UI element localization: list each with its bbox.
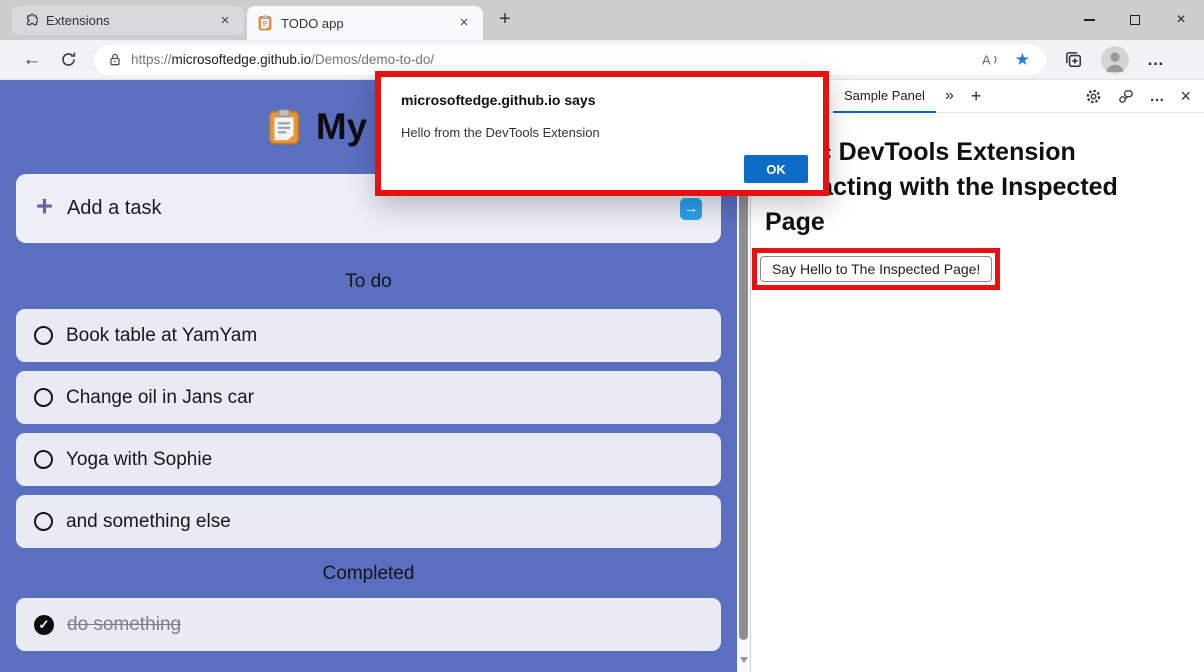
tab-close-icon[interactable]: × xyxy=(455,14,473,32)
todo-section-heading: To do xyxy=(0,271,737,293)
maximize-button[interactable] xyxy=(1112,0,1158,40)
devtools-close-icon[interactable]: × xyxy=(1180,86,1191,107)
scrollbar-down-arrow-icon[interactable] xyxy=(740,657,748,667)
minimize-icon xyxy=(1084,19,1095,21)
minimize-button[interactable] xyxy=(1066,0,1112,40)
tab-label: Extensions xyxy=(46,13,208,28)
red-annotation-box: Say Hello to The Inspected Page! xyxy=(752,248,1000,290)
plus-icon: + xyxy=(36,191,53,224)
submit-task-button[interactable]: → xyxy=(680,198,702,220)
task-checkbox[interactable] xyxy=(34,388,53,407)
task-label: and something else xyxy=(66,511,231,533)
todo-item[interactable]: Yoga with Sophie xyxy=(16,433,721,486)
browser-menu-icon[interactable]: … xyxy=(1147,50,1165,70)
tab-strip: Extensions × TODO app × + × xyxy=(0,0,1204,40)
browser-window: Extensions × TODO app × + × ← https://mi… xyxy=(0,0,1204,672)
refresh-button[interactable] xyxy=(50,51,86,68)
window-controls: × xyxy=(1066,0,1204,40)
tab-extensions[interactable]: Extensions × xyxy=(12,6,244,35)
alert-dialog: microsoftedge.github.io says Hello from … xyxy=(381,77,823,190)
task-checkbox[interactable] xyxy=(34,512,53,531)
add-task-placeholder: Add a task xyxy=(67,197,162,220)
todo-item[interactable]: Book table at YamYam xyxy=(16,309,721,362)
task-label: Change oil in Jans car xyxy=(66,387,254,409)
dialog-ok-button[interactable]: OK xyxy=(744,155,808,183)
dialog-message: Hello from the DevTools Extension xyxy=(401,125,803,140)
task-label: Book table at YamYam xyxy=(66,325,257,347)
extensions-puzzle-icon xyxy=(22,13,38,29)
dialog-title: microsoftedge.github.io says xyxy=(401,92,803,108)
say-hello-button[interactable]: Say Hello to The Inspected Page! xyxy=(760,256,992,282)
address-bar[interactable]: https://microsoftedge.github.io/Demos/de… xyxy=(94,45,1046,75)
devtools-more-menu-icon[interactable]: … xyxy=(1149,88,1165,105)
tab-close-icon[interactable]: × xyxy=(216,12,234,30)
task-label: Yoga with Sophie xyxy=(66,449,212,471)
settings-gear-icon[interactable] xyxy=(1085,88,1102,105)
task-checkbox-checked[interactable]: ✓ xyxy=(34,615,54,635)
red-annotation-dialog-box: microsoftedge.github.io says Hello from … xyxy=(375,71,829,196)
favorites-star-icon[interactable]: ★ xyxy=(1009,50,1036,70)
completed-section-heading: Completed xyxy=(0,563,737,585)
task-checkbox[interactable] xyxy=(34,450,53,469)
more-tabs-chevron-icon[interactable]: » xyxy=(945,87,954,105)
task-checkbox[interactable] xyxy=(34,326,53,345)
devtools-add-tab-button[interactable]: + xyxy=(971,86,982,107)
tab-label: TODO app xyxy=(281,16,447,31)
todo-item[interactable]: and something else xyxy=(16,495,721,548)
clipboard-icon xyxy=(265,108,303,146)
maximize-icon xyxy=(1130,15,1140,25)
devtools-tab-sample-panel[interactable]: Sample Panel xyxy=(833,80,936,113)
url-path: /Demos/demo-to-do/ xyxy=(311,52,434,67)
clipboard-favicon xyxy=(257,15,273,31)
feedback-icon[interactable] xyxy=(1117,88,1134,105)
todo-item[interactable]: Change oil in Jans car xyxy=(16,371,721,424)
url-host: microsoftedge.github.io xyxy=(172,52,312,67)
back-button[interactable]: ← xyxy=(14,49,50,71)
collections-icon[interactable] xyxy=(1064,50,1083,69)
close-window-button[interactable]: × xyxy=(1158,0,1204,40)
read-aloud-icon[interactable]: A xyxy=(981,52,1000,67)
task-label: do something xyxy=(67,614,181,636)
url-text: https://microsoftedge.github.io/Demos/de… xyxy=(131,52,972,67)
new-tab-button[interactable]: + xyxy=(493,8,517,31)
profile-avatar[interactable] xyxy=(1101,46,1129,74)
devtools-toolbar-right: … × xyxy=(1085,86,1204,107)
lock-icon[interactable] xyxy=(108,52,122,67)
svg-text:A: A xyxy=(982,53,991,68)
tab-todo-app[interactable]: TODO app × xyxy=(247,6,483,40)
completed-item[interactable]: ✓ do something xyxy=(16,598,721,651)
url-scheme: https:// xyxy=(131,52,172,67)
